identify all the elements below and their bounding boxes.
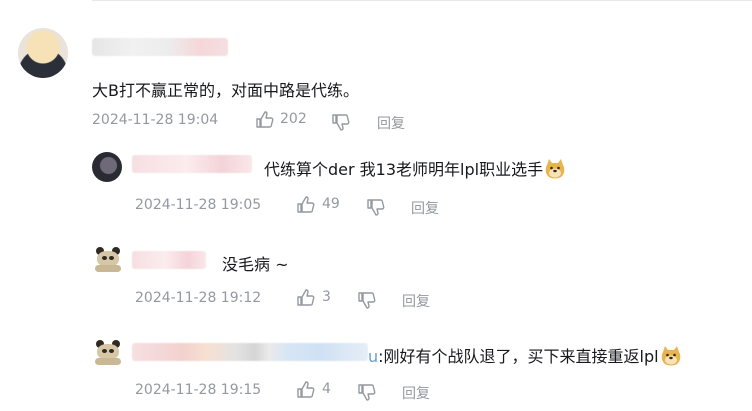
user-avatar[interactable] — [95, 247, 121, 273]
thumbs-up-icon[interactable] — [296, 195, 316, 215]
reply-text-content: :刚好有个战队退了，买下来直接重返lpl — [378, 347, 659, 366]
thumbs-down-icon[interactable] — [357, 290, 377, 310]
divider — [92, 0, 752, 1]
user-avatar[interactable] — [18, 28, 68, 78]
reply-text: u:刚好有个战队退了，买下来直接重返lpl — [368, 343, 682, 367]
like-count: 49 — [322, 196, 340, 212]
reply-button[interactable]: 回复 — [402, 291, 430, 311]
mention-link[interactable]: u — [368, 347, 378, 366]
username-blurred[interactable] — [132, 251, 206, 269]
user-avatar[interactable] — [92, 152, 122, 182]
reply-button[interactable]: 回复 — [377, 113, 405, 133]
thumbs-up-icon[interactable] — [296, 380, 316, 400]
comment-text: 大B打不赢正常的，对面中路是代练。 — [92, 81, 359, 100]
reply-timestamp: 2024-11-28 19:15 — [135, 382, 262, 398]
doge-emoji-icon — [544, 158, 566, 180]
thumbs-down-icon[interactable] — [366, 197, 386, 217]
thumbs-up-icon[interactable] — [255, 110, 275, 130]
like-count: 4 — [322, 381, 331, 397]
thumbs-down-icon[interactable] — [357, 382, 377, 402]
reply-text-content: 代练算个der 我13老师明年lpl职业选手 — [264, 160, 544, 179]
doge-emoji-icon — [660, 345, 682, 367]
reply-text: 没毛病 ~ — [222, 255, 289, 274]
username-blurred[interactable] — [132, 155, 252, 173]
comment-timestamp: 2024-11-28 19:04 — [92, 112, 219, 128]
reply-text: 代练算个der 我13老师明年lpl职业选手 — [264, 156, 566, 180]
user-avatar[interactable] — [95, 340, 121, 366]
username-blurred[interactable] — [92, 38, 228, 56]
comment-section: 大B打不赢正常的，对面中路是代练。 2024-11-28 19:04 202 回… — [0, 0, 752, 411]
reply-button[interactable]: 回复 — [411, 198, 439, 218]
like-count: 202 — [280, 111, 307, 127]
thumbs-up-icon[interactable] — [296, 288, 316, 308]
reply-button[interactable]: 回复 — [402, 383, 430, 403]
like-count: 3 — [322, 289, 331, 305]
reply-timestamp: 2024-11-28 19:12 — [135, 290, 262, 306]
thumbs-down-icon[interactable] — [331, 112, 351, 132]
reply-timestamp: 2024-11-28 19:05 — [135, 197, 262, 213]
username-blurred[interactable] — [132, 343, 368, 361]
